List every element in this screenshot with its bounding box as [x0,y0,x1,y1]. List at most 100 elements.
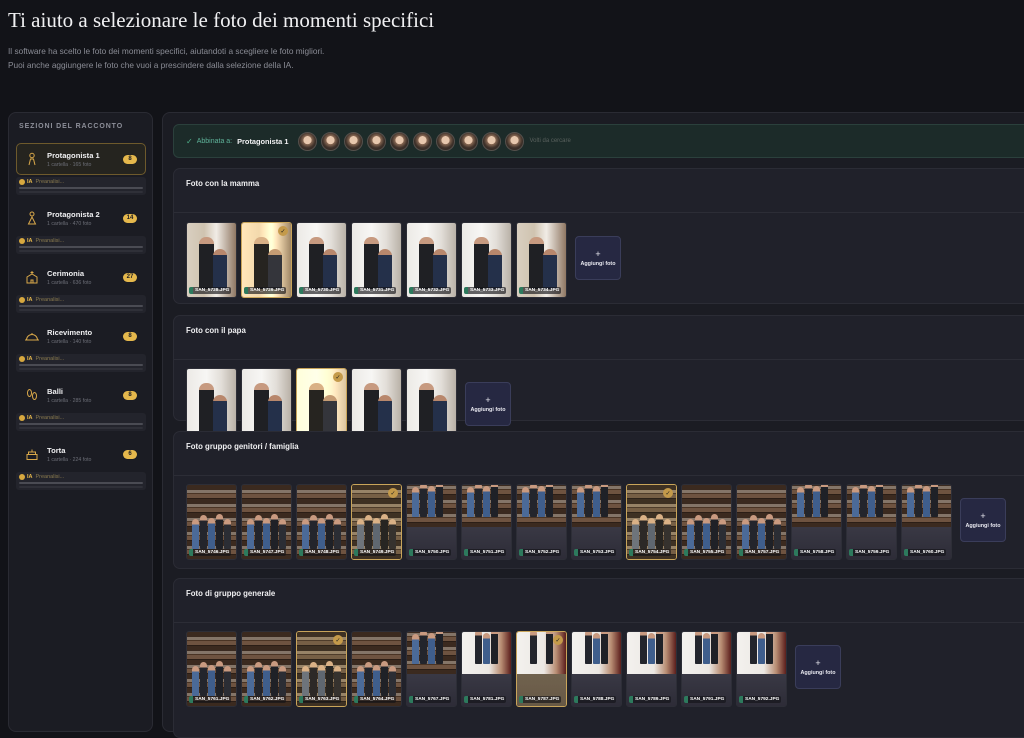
photo-thumbnail[interactable]: SAN_5732.JPG [406,222,457,298]
photo-thumbnail[interactable]: SAN_5752.JPG [516,484,567,560]
photo-thumbnail[interactable]: SAN_5755.JPG [681,484,732,560]
face-avatar[interactable] [390,131,410,151]
photo-thumbnail[interactable]: SAN_5728.JPG [186,222,237,298]
section-card[interactable]: Protagonista 21 cartella · 470 foto 14 [16,202,146,234]
face-avatar[interactable] [298,131,318,151]
section-card[interactable]: Cerimonia 1 cartella · 636 foto 27 [16,261,146,293]
ai-dot-icon [19,238,25,244]
photo-filename: SAN_5755.JPG [684,549,727,556]
plus-icon: + [485,394,491,405]
ai-dot-icon [19,179,25,185]
photo-thumbnail[interactable]: SAN_5792.JPG [736,631,787,707]
section-text: Balli 1 cartella · 285 foto [47,387,123,404]
group-title: Foto gruppo genitori / famiglia [186,442,299,451]
section-info: 1 cartella · 165 foto [47,161,92,168]
photo-thumbnail[interactable]: SAN_5767.JPG [406,631,457,707]
photo-filename: SAN_5751.JPG [464,549,507,556]
photo-thumbnail[interactable]: SAN_5733.JPG [461,222,512,298]
section-card[interactable]: Torta 1 cartella · 224 foto 6 [16,438,146,470]
add-photo-button[interactable]: + Aggiungi foto [960,498,1006,542]
photo-thumbnail[interactable]: SAN_5791.JPG [681,631,732,707]
face-avatar[interactable] [344,131,364,151]
face-avatar[interactable] [413,131,433,151]
story-sections-sidebar: SEZIONI DEL RACCONTO Protagonista 11 car… [8,112,153,732]
photo-thumbnail[interactable]: ✓ SAN_5754.JPG [626,484,677,560]
selected-check-icon: ✓ [333,372,343,382]
photo-thumbnail[interactable]: ✓ SAN_5729.JPG [241,222,292,298]
photo-filename: SAN_5746.JPG [189,549,232,556]
photo-filename: SAN_5748.JPG [299,549,342,556]
photo-thumbnail[interactable]: SAN_5759.JPG [846,484,897,560]
photo-thumbnail[interactable]: SAN_5788.JPG [571,631,622,707]
photo-thumbnail[interactable]: SAN_5730.JPG [296,222,347,298]
match-label: Abbinata a: [196,137,233,145]
section-card[interactable]: Protagonista 11 cartella · 165 foto 8 [16,143,146,175]
face-avatar[interactable] [459,131,479,151]
section-info: 1 cartella · 470 foto [47,220,92,227]
photo-thumbnail[interactable]: SAN_5746.JPG [186,484,237,560]
plus-icon: + [980,510,986,521]
photo-thumbnail[interactable]: SAN_5760.JPG [901,484,952,560]
photo-thumbnail[interactable]: ✓ SAN_5787.JPG [516,631,567,707]
section-text: Protagonista 21 cartella · 470 foto [47,210,123,227]
plus-icon: + [815,657,821,668]
face-avatar[interactable] [482,131,502,151]
ai-label: IA [27,179,33,185]
section-name: Protagonista 2 [47,209,100,219]
photo-filename: SAN_5760.JPG [904,549,947,556]
photo-filename: SAN_5787.JPG [519,696,562,703]
photo-strip: SAN_5761.JPG SAN_5762.JPG ✓ SAN_5763.JPG SAN… [186,631,841,707]
cloche-icon [23,327,41,345]
face-avatar[interactable] [505,131,525,151]
group-title: Foto con il papa [186,326,246,335]
sidebar-item-torta[interactable]: Torta 1 cartella · 224 foto 6 IA Preanalisi.… [16,438,146,490]
photo-thumbnail[interactable]: ✓ SAN_5763.JPG [296,631,347,707]
photo-thumbnail[interactable]: SAN_5734.JPG [516,222,567,298]
photo-thumbnail[interactable]: SAN_5789.JPG [626,631,677,707]
section-card[interactable]: Ricevimento 1 cartella · 140 foto 8 [16,320,146,352]
section-card[interactable]: Balli 1 cartella · 285 foto 8 [16,379,146,411]
section-info: 1 cartella · 285 foto [47,397,92,404]
photo-thumbnail[interactable]: SAN_5731.JPG [351,222,402,298]
photo-thumbnail[interactable]: SAN_5764.JPG [351,631,402,707]
face-avatar[interactable] [367,131,387,151]
face-avatar[interactable] [321,131,341,151]
photo-group-foto-gruppo-genitori-famiglia: Foto gruppo genitori / famiglia SAN_5746.… [173,431,1024,569]
add-photo-button[interactable]: + Aggiungi foto [795,645,841,689]
ai-label: IA [27,415,33,421]
photo-thumbnail[interactable]: SAN_5758.JPG [791,484,842,560]
ai-status: Preanalisi... [35,238,65,244]
photo-thumbnail[interactable]: SAN_5757.JPG [736,484,787,560]
section-name: Cerimonia [47,268,85,278]
section-name: Ricevimento [47,327,93,337]
sidebar-item-cerimonia[interactable]: Cerimonia 1 cartella · 636 foto 27 IA Preana… [16,261,146,313]
photo-filename: SAN_5734.JPG [519,287,562,294]
ai-dot-icon [19,356,25,362]
photo-thumbnail[interactable]: SAN_5753.JPG [571,484,622,560]
ai-label: IA [27,238,33,244]
sidebar-item-protagonista-2[interactable]: Protagonista 21 cartella · 470 foto 14 IA P… [16,202,146,254]
photo-strip: SAN_5746.JPG SAN_5747.JPG SAN_5748.JPG ✓ SAN… [186,484,1006,560]
count-badge: 6 [123,449,137,459]
group-title: Foto di gruppo generale [186,589,276,598]
photo-thumbnail[interactable]: SAN_5761.JPG [186,631,237,707]
sidebar-item-protagonista-1[interactable]: Protagonista 11 cartella · 165 foto 8 IA Pr… [16,143,146,195]
group-title: Foto con la mamma [186,179,260,188]
photo-filename: SAN_5747.JPG [244,549,287,556]
photo-filename: SAN_5733.JPG [464,287,507,294]
photo-thumbnail[interactable]: SAN_5748.JPG [296,484,347,560]
photo-thumbnail[interactable]: SAN_5762.JPG [241,631,292,707]
add-photo-button[interactable]: + Aggiungi foto [465,382,511,426]
ai-progress-bar [19,246,143,248]
ai-status-row: IA Preanalisi... [16,236,146,254]
photo-thumbnail[interactable]: SAN_5747.JPG [241,484,292,560]
photo-thumbnail[interactable]: SAN_5781.JPG [461,631,512,707]
photo-thumbnail[interactable]: SAN_5751.JPG [461,484,512,560]
sidebar-item-ricevimento[interactable]: Ricevimento 1 cartella · 140 foto 8 IA Prean… [16,320,146,372]
section-name: Protagonista 1 [47,150,100,160]
photo-thumbnail[interactable]: SAN_5750.JPG [406,484,457,560]
photo-thumbnail[interactable]: ✓ SAN_5749.JPG [351,484,402,560]
add-photo-button[interactable]: + Aggiungi foto [575,236,621,280]
face-avatar[interactable] [436,131,456,151]
sidebar-item-balli[interactable]: Balli 1 cartella · 285 foto 8 IA Preanalisi.… [16,379,146,431]
